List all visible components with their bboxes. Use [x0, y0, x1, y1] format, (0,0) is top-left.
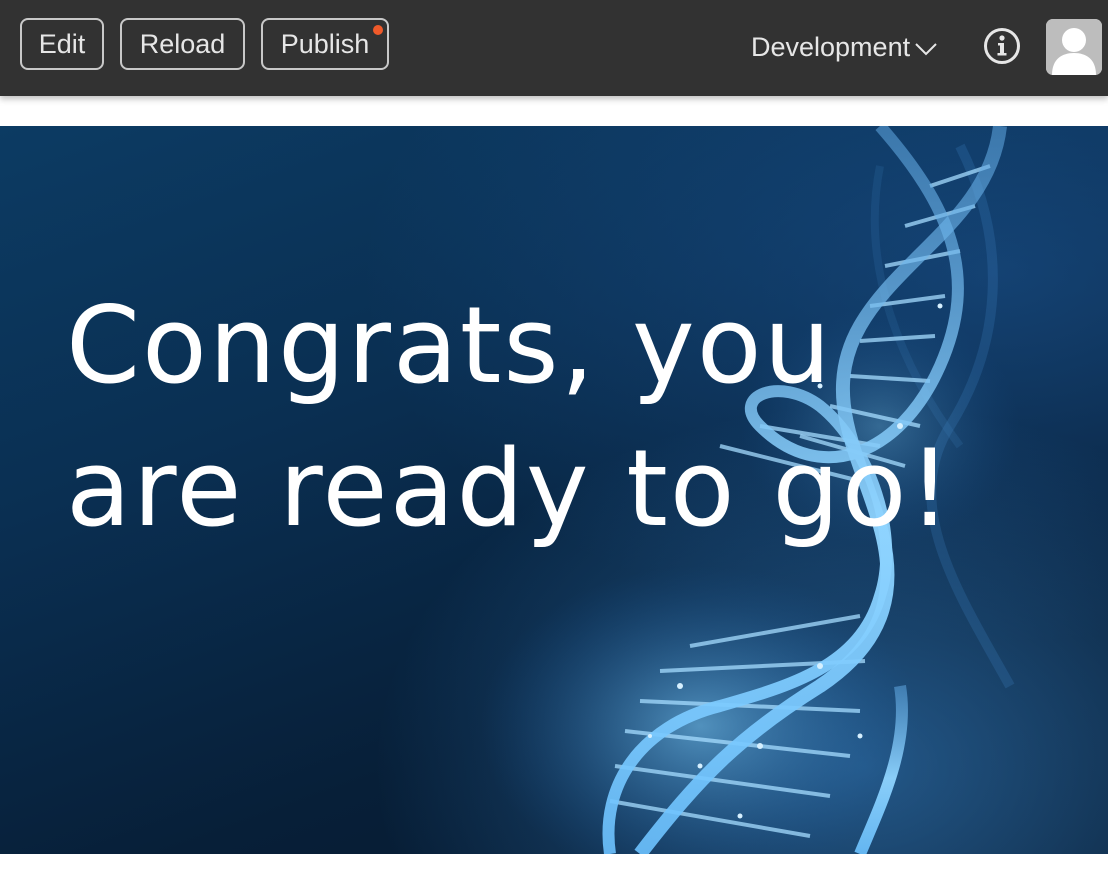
info-button[interactable]: [983, 27, 1021, 65]
hero-headline: Congrats, you are ready to go!: [66, 284, 953, 550]
info-icon: [984, 28, 1020, 64]
publish-notification-dot: [373, 25, 383, 35]
environment-label: Development: [751, 32, 911, 62]
user-avatar[interactable]: [1046, 19, 1102, 75]
user-avatar-icon: [1046, 19, 1102, 75]
edit-button[interactable]: Edit: [20, 18, 104, 70]
publish-button-label: Publish: [280, 29, 370, 59]
chevron-down-icon: [915, 43, 937, 56]
top-toolbar: Edit Reload Publish Development: [0, 0, 1108, 96]
reload-button[interactable]: Reload: [120, 18, 245, 70]
hero-banner: Congrats, you are ready to go!: [0, 126, 1108, 854]
publish-button[interactable]: Publish: [261, 18, 389, 70]
environment-dropdown[interactable]: Development: [751, 28, 938, 66]
